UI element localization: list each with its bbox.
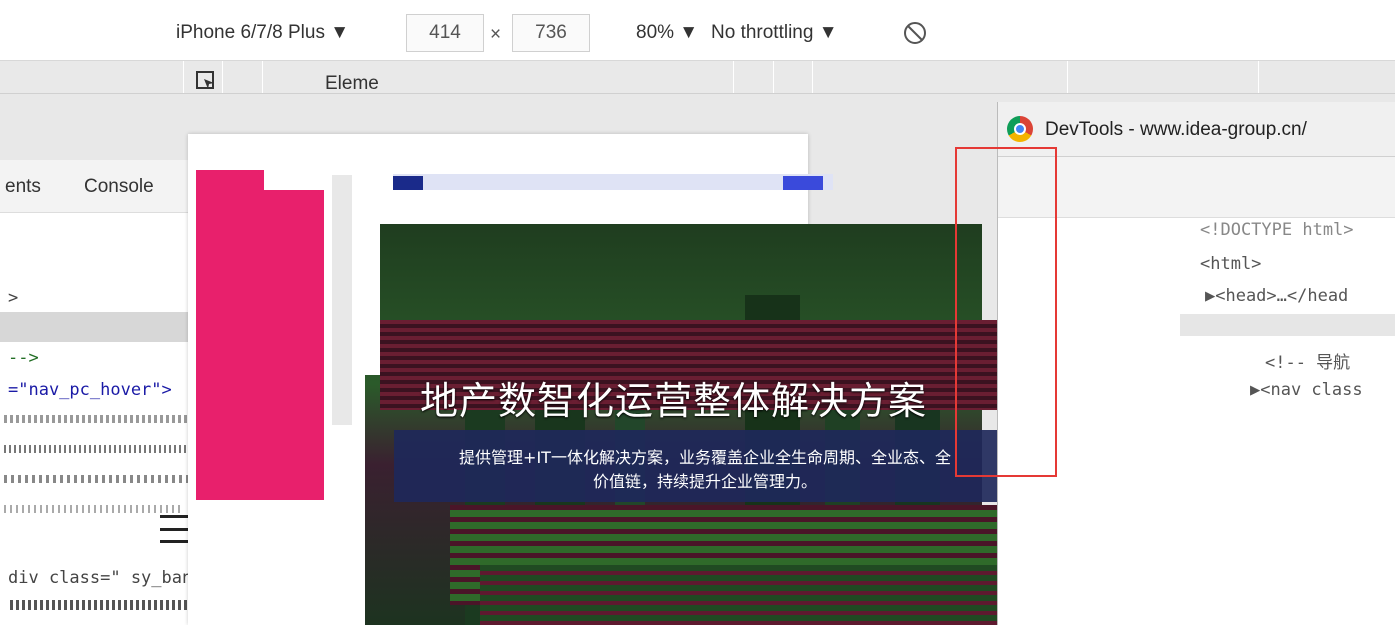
throttling-select[interactable]: No throttling ▼ bbox=[711, 22, 838, 44]
tab-elements[interactable]: Eleme bbox=[325, 73, 379, 95]
code-line[interactable]: <!-- 导航 bbox=[1265, 348, 1350, 373]
banner-title: 地产数智化运营整体解决方案 bbox=[420, 379, 928, 423]
rotate-icon[interactable] bbox=[902, 20, 928, 46]
width-input[interactable]: 414 bbox=[406, 14, 484, 52]
code-line[interactable]: --> bbox=[8, 348, 39, 368]
highlight-box bbox=[955, 147, 1057, 477]
dimension-separator: × bbox=[490, 24, 502, 45]
tab-console[interactable]: Console bbox=[84, 176, 154, 198]
tab-elements[interactable]: ents bbox=[5, 176, 41, 198]
inspect-icon[interactable] bbox=[195, 70, 217, 92]
devtools-toolbar bbox=[998, 157, 1395, 218]
code-line[interactable]: <!DOCTYPE html> bbox=[1200, 220, 1354, 240]
device-select[interactable]: iPhone 6/7/8 Plus ▼ bbox=[176, 22, 349, 44]
glitch-bar bbox=[264, 190, 324, 500]
height-input[interactable]: 736 bbox=[512, 14, 590, 52]
chrome-icon bbox=[1007, 116, 1033, 142]
code-caret: > bbox=[8, 288, 19, 308]
code-line[interactable]: ▶<nav class bbox=[1250, 380, 1363, 400]
logo-glitch bbox=[393, 174, 833, 190]
banner-description: 提供管理+IT一体化解决方案，业务覆盖企业全生命周期、全业态、全价值链，持续提升… bbox=[459, 448, 951, 491]
window-title: DevTools - www.idea-group.cn/ bbox=[1045, 119, 1307, 140]
window-titlebar[interactable]: DevTools - www.idea-group.cn/ bbox=[998, 102, 1395, 157]
glitch-bar bbox=[196, 170, 264, 500]
code-line[interactable]: ▶<head>…</head bbox=[1205, 286, 1348, 306]
zoom-select[interactable]: 80% ▼ bbox=[636, 22, 698, 44]
code-line[interactable]: ="nav_pc_hover"> bbox=[8, 380, 172, 400]
device-toolbar: iPhone 6/7/8 Plus ▼ 414 × 736 80% ▼ No t… bbox=[0, 0, 1395, 61]
code-line[interactable]: <html> bbox=[1200, 254, 1261, 274]
site-logo[interactable] bbox=[393, 170, 833, 202]
